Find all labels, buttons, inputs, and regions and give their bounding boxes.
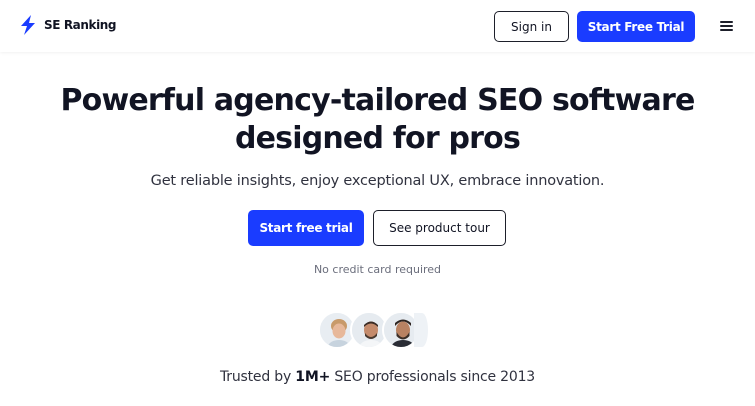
se-ranking-bolt-icon [21, 15, 35, 35]
site-header: SE Ranking Sign in Start Free Trial [0, 0, 755, 52]
hero-subtitle: Get reliable insights, enjoy exceptional… [150, 173, 605, 189]
headline-line-1: Powerful agency-tailored SEO software [60, 83, 695, 118]
sign-in-button[interactable]: Sign in [494, 11, 569, 42]
hero-headline: Powerful agency-tailored SEO software de… [0, 82, 755, 158]
see-product-tour-button[interactable]: See product tour [373, 210, 506, 246]
se-ranking-logo[interactable]: SE Ranking [18, 14, 117, 36]
start-free-trial-cta[interactable]: Start free trial [248, 210, 364, 246]
no-credit-card-note: No credit card required [313, 263, 442, 276]
start-free-trial-button[interactable]: Start Free Trial [577, 11, 695, 42]
hamburger-menu-icon[interactable] [719, 19, 735, 33]
trust-highlight: 1M+ [295, 369, 331, 385]
avatar [414, 311, 430, 349]
logo-text: SE Ranking [44, 18, 117, 32]
trust-statement: Trusted by 1M+ SEO professionals since 2… [0, 369, 755, 385]
trust-suffix: SEO professionals since 2013 [330, 369, 535, 385]
trust-prefix: Trusted by [220, 369, 296, 385]
headline-line-2: designed for pros [234, 121, 521, 156]
user-avatars [318, 311, 438, 349]
